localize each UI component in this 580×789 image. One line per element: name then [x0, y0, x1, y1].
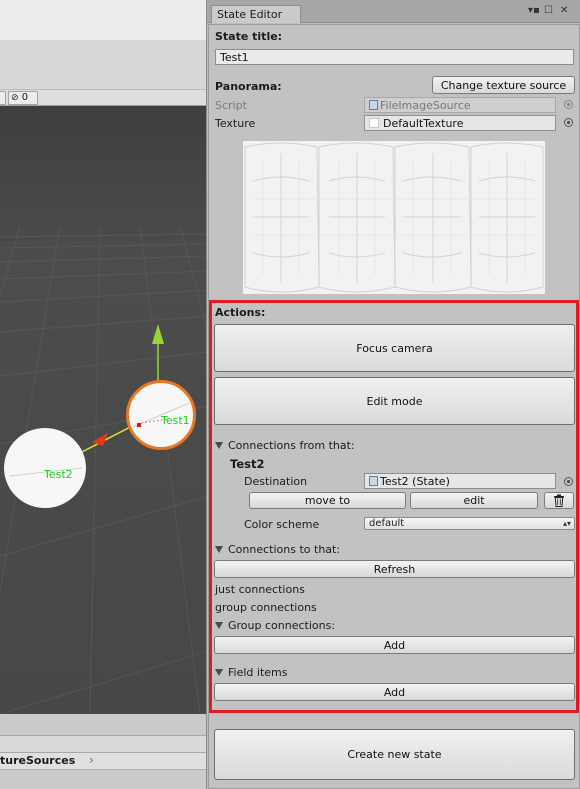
state-sphere-test2[interactable]: Test2 — [4, 428, 86, 508]
gizmo-y-arrow[interactable] — [152, 324, 164, 344]
move-to-button[interactable]: move to — [249, 492, 406, 509]
add-field-item-button[interactable]: Add — [214, 683, 575, 701]
connections-from-foldout[interactable]: Connections from that: — [215, 439, 355, 452]
sphere-label: Test2 — [44, 468, 73, 481]
actions-label: Actions: — [215, 306, 266, 319]
destination-label: Destination — [244, 475, 308, 488]
editor-content: State title: Test1 Panorama: Change text… — [208, 24, 580, 789]
panorama-label: Panorama: — [215, 80, 282, 93]
scene-toolbar: ⊘ 0 — [0, 90, 208, 106]
project-breadcrumb[interactable]: tureSources › — [0, 753, 208, 770]
object-picker-icon[interactable] — [564, 118, 573, 127]
sphere-label: Test1 — [161, 414, 190, 427]
state-object-icon — [369, 476, 378, 486]
script-icon — [369, 100, 378, 110]
script-field: FileImageSource — [364, 97, 556, 113]
toolbar-dropdown-button[interactable] — [0, 91, 6, 105]
group-connections-foldout-label: Group connections: — [228, 619, 336, 632]
color-scheme-label: Color scheme — [244, 518, 320, 531]
visibility-toggle-button[interactable]: ⊘ 0 — [8, 91, 38, 105]
change-texture-source-button[interactable]: Change texture source — [432, 76, 575, 94]
foldout-arrow-icon — [215, 546, 223, 553]
panorama-preview-image — [243, 141, 545, 294]
add-group-connection-button[interactable]: Add — [214, 636, 575, 654]
maximize-icon[interactable]: ☐ — [544, 5, 553, 16]
scene-view-panel: ⊘ 0 Test1 Test2 tureSources › — [0, 0, 208, 789]
script-field-value: FileImageSource — [380, 99, 471, 112]
state-editor-window: State Editor ▾▪ ☐ ✕ State title: Test1 P… — [206, 0, 580, 789]
state-title-input[interactable]: Test1 — [215, 49, 574, 65]
color-scheme-value: default — [369, 518, 405, 529]
scene-viewport[interactable]: Test1 Test2 — [0, 106, 208, 714]
texture-icon — [369, 118, 379, 128]
group-connections-label: group connections — [215, 601, 317, 614]
just-connections-label: just connections — [215, 583, 305, 596]
color-scheme-select[interactable]: default ▴▾ — [364, 517, 575, 530]
connections-from-label: Connections from that: — [228, 439, 355, 452]
refresh-button[interactable]: Refresh — [214, 560, 575, 578]
field-items-foldout[interactable]: Field items — [215, 666, 287, 679]
panorama-preview — [243, 141, 545, 294]
delete-connection-button[interactable] — [544, 492, 574, 509]
hidden-count-label: 0 — [21, 92, 29, 103]
group-connections-foldout[interactable]: Group connections: — [215, 619, 335, 632]
edit-mode-button[interactable]: Edit mode — [214, 377, 575, 425]
trash-icon — [554, 494, 564, 507]
texture-field[interactable]: DefaultTexture — [364, 115, 556, 131]
connections-to-foldout[interactable]: Connections to that: — [215, 543, 340, 556]
project-tab-strip — [0, 735, 208, 753]
destination-field-value: Test2 (State) — [380, 475, 450, 488]
texture-label: Texture — [215, 117, 256, 130]
object-picker-icon[interactable] — [564, 477, 573, 486]
select-arrows-icon: ▴▾ — [562, 519, 571, 528]
edit-connection-button[interactable]: edit — [410, 492, 538, 509]
connections-to-label: Connections to that: — [228, 543, 341, 556]
texture-field-value: DefaultTexture — [383, 117, 464, 130]
focus-camera-button[interactable]: Focus camera — [214, 324, 575, 372]
breadcrumb-folder-label[interactable]: tureSources — [0, 754, 75, 767]
eye-slash-icon: ⊘ — [11, 93, 19, 103]
create-new-state-button[interactable]: Create new state — [214, 729, 575, 780]
connection-name: Test2 — [230, 457, 265, 471]
chevron-right-icon: › — [89, 753, 94, 767]
object-picker-icon — [564, 100, 573, 109]
close-icon[interactable]: ✕ — [560, 5, 568, 16]
field-items-label: Field items — [228, 666, 288, 679]
destination-field[interactable]: Test2 (State) — [364, 473, 556, 489]
foldout-arrow-icon — [215, 442, 223, 449]
script-label: Script — [215, 99, 247, 112]
foldout-arrow-icon — [215, 622, 223, 629]
tab-menu-icon[interactable]: ▾▪ — [528, 5, 540, 16]
state-title-label: State title: — [215, 30, 283, 43]
editor-tab-bar: State Editor ▾▪ ☐ ✕ — [207, 0, 580, 23]
scene-top-area — [0, 0, 208, 40]
tab-state-editor[interactable]: State Editor — [211, 5, 301, 23]
toolbar-area — [0, 40, 208, 90]
state-sphere-test1[interactable]: Test1 — [126, 380, 196, 450]
foldout-arrow-icon — [215, 669, 223, 676]
